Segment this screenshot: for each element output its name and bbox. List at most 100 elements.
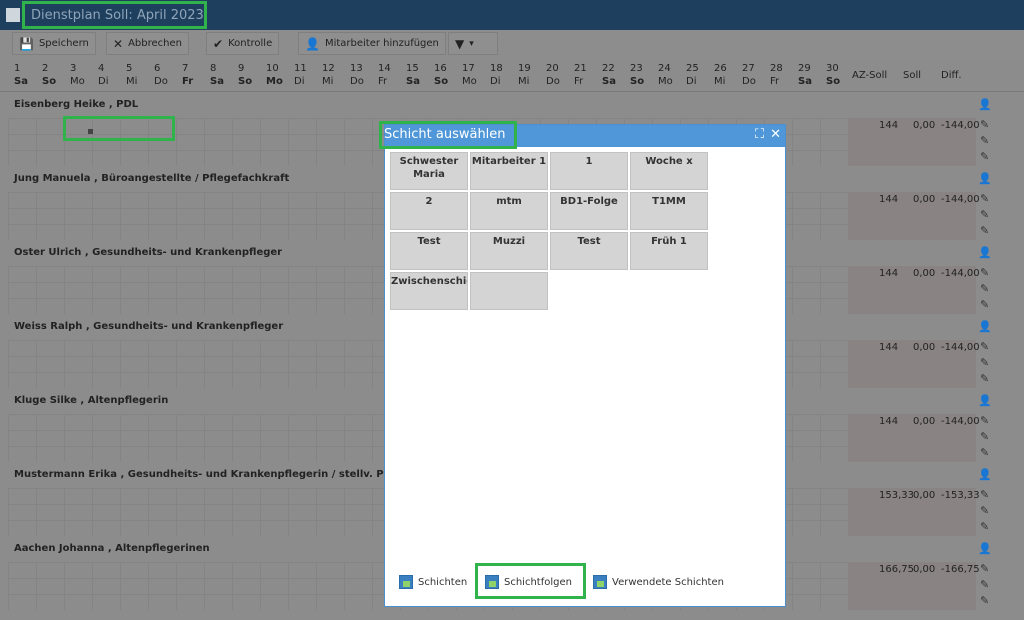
add-user-icon[interactable]: 👤 [978,246,992,259]
shift-tile[interactable]: 2 [390,192,468,230]
day-column-header: 19 Mi [518,62,546,88]
shift-tile[interactable]: Muzzi [470,232,548,270]
weekday: So [826,76,841,87]
weekday: Sa [406,76,420,87]
day-number: 25 [686,63,699,74]
day-column-header: 8 Sa [210,62,238,88]
shift-tile[interactable] [470,272,548,310]
day-column-header: 16 So [434,62,462,88]
add-user-icon[interactable]: 👤 [978,394,992,407]
edit-pencil-icon[interactable]: ✎ [980,266,989,279]
edit-pencil-icon[interactable]: ✎ [980,298,989,311]
shift-tile[interactable]: Test [390,232,468,270]
shift-tile[interactable]: 1 [550,152,628,190]
az-soll-value: 166,75 [879,564,914,575]
soll-header: Soll [903,70,922,81]
edit-pencil-icon[interactable]: ✎ [980,488,989,501]
add-employee-label: Mitarbeiter hinzufügen [324,38,439,49]
edit-pencil-icon[interactable]: ✎ [980,414,989,427]
save-button[interactable]: 💾 Speichern [12,32,96,55]
edit-pencil-icon[interactable]: ✎ [980,208,989,221]
add-employee-button[interactable]: 👤 Mitarbeiter hinzufügen [298,32,446,55]
diff-header: Diff. [941,70,962,81]
edit-pencil-icon[interactable]: ✎ [980,372,989,385]
edit-pencil-icon[interactable]: ✎ [980,446,989,459]
day-column-header: 18 Di [490,62,518,88]
weekday: Fr [182,76,194,87]
calendar-icon [593,575,607,589]
edit-pencil-icon[interactable]: ✎ [980,192,989,205]
weekday: So [42,76,57,87]
day-number: 17 [462,63,475,74]
day-number: 15 [406,63,419,74]
day-number: 9 [238,63,245,74]
az-soll-value: 144 [879,416,899,427]
cell-marker [88,129,93,134]
shift-tile[interactable]: Zwischenschicht [390,272,468,310]
add-user-icon[interactable]: 👤 [978,468,992,481]
diff-value: -144,00 [941,342,980,353]
cancel-label: Abbrechen [128,38,182,49]
edit-pencil-icon[interactable]: ✎ [980,562,989,575]
day-column-header: 22 Sa [602,62,630,88]
weekday: Do [154,76,168,87]
az-soll-value: 144 [879,120,899,131]
add-user-icon[interactable]: 👤 [978,98,992,111]
add-user-icon[interactable]: 👤 [978,542,992,555]
shift-tile[interactable]: Früh 1 [630,232,708,270]
day-column-header: 29 Sa [798,62,826,88]
edit-pencil-icon[interactable]: ✎ [980,282,989,295]
edit-pencil-icon[interactable]: ✎ [980,134,989,147]
edit-pencil-icon[interactable]: ✎ [980,150,989,163]
window-title: Dienstplan Soll: April 2023 [31,8,204,23]
day-column-header: 5 Mi [126,62,154,88]
weekday: Di [98,76,109,87]
day-number: 24 [658,63,671,74]
day-number: 6 [154,63,161,74]
day-column-header: 1 Sa [14,62,42,88]
soll-value: 0,00 [913,564,936,575]
day-column-header: 3 Mo [70,62,98,88]
shift-tile[interactable]: BD1-Folge [550,192,628,230]
diff-value: -144,00 [941,120,980,131]
diff-value: -144,00 [941,268,980,279]
edit-pencil-icon[interactable]: ✎ [980,578,989,591]
weekday: Do [350,76,364,87]
cancel-button[interactable]: ✕ Abbrechen [106,32,189,55]
shift-tile[interactable]: Test [550,232,628,270]
edit-pencil-icon[interactable]: ✎ [980,520,989,533]
az-soll-value: 144 [879,268,899,279]
add-user-icon[interactable]: 👤 [978,320,992,333]
weekday: Do [546,76,560,87]
shift-tile[interactable]: Mitarbeiter 1 [470,152,548,190]
add-user-icon[interactable]: 👤 [978,172,992,185]
edit-pencil-icon[interactable]: ✎ [980,340,989,353]
check-button[interactable]: ✔ Kontrolle [206,32,280,55]
az-soll-header: AZ-Soll [852,70,888,81]
edit-pencil-icon[interactable]: ✎ [980,356,989,369]
tab-shifts-label: Schichten [418,576,468,588]
shift-tile[interactable]: mtm [470,192,548,230]
tab-shifts[interactable]: Schichten [399,575,467,589]
edit-pencil-icon[interactable]: ✎ [980,118,989,131]
day-column-header: 25 Di [686,62,714,88]
edit-pencil-icon[interactable]: ✎ [980,504,989,517]
maximize-icon[interactable]: ⛶ [755,127,764,142]
edit-pencil-icon[interactable]: ✎ [980,430,989,443]
dialog-tabs: Schichten Schichtfolgen Verwendete Schic… [395,573,785,597]
day-column-header: 14 Fr [378,62,406,88]
shift-tile[interactable]: Woche x [630,152,708,190]
filter-button[interactable]: ▼ ▾ [448,32,498,55]
edit-pencil-icon[interactable]: ✎ [980,594,989,607]
day-header: AZ-Soll Soll Diff. 1 Sa 2 So 3 Mo 4 Di 5 Mi 6 Do 7 Fr… [0,58,1024,92]
day-number: 20 [546,63,559,74]
day-number: 26 [714,63,727,74]
edit-pencil-icon[interactable]: ✎ [980,224,989,237]
day-column-header: 12 Mi [322,62,350,88]
shift-tile[interactable]: Schwester Maria [390,152,468,190]
shift-tile[interactable]: T1MM [630,192,708,230]
close-icon[interactable]: ✕ [770,127,781,142]
selected-cell-highlight[interactable] [63,116,175,141]
tab-used-shifts[interactable]: Verwendete Schichten [593,575,724,589]
employee-summary: 153,33 0,00 -153,33 [848,488,980,536]
